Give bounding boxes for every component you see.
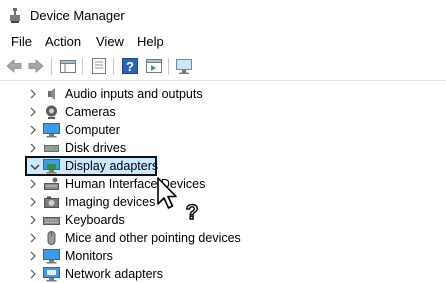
- disk-drive-icon: [44, 145, 59, 152]
- window-title: Device Manager: [30, 8, 125, 23]
- help-select-cursor-icon: ?: [157, 177, 199, 222]
- menu-file[interactable]: File: [11, 33, 32, 51]
- help-icon[interactable]: ?: [121, 57, 139, 75]
- speaker-icon: [48, 88, 55, 100]
- tree-item-label: Display adapters: [65, 159, 159, 173]
- menu-help[interactable]: Help: [137, 33, 164, 51]
- menu-view[interactable]: View: [96, 33, 124, 51]
- chevron-right-icon[interactable]: [28, 142, 38, 154]
- svg-text:?: ?: [126, 59, 134, 74]
- device-tree: Audio inputs and outputs Cameras Compute…: [0, 83, 446, 283]
- tree-item-monitors[interactable]: Monitors: [0, 247, 446, 265]
- chevron-right-icon[interactable]: [28, 106, 38, 118]
- chevron-right-icon[interactable]: [28, 268, 38, 280]
- tree-item-network-adapters[interactable]: Network adapters: [0, 265, 446, 283]
- scan-hardware-icon[interactable]: [175, 57, 193, 75]
- chevron-right-icon[interactable]: [28, 250, 38, 262]
- toolbar-separator: [51, 58, 52, 75]
- chevron-right-icon[interactable]: [28, 232, 38, 244]
- display-adapter-icon: [43, 159, 60, 174]
- tree-item-human-interface-devices[interactable]: Human Interface Devices: [0, 175, 446, 193]
- imaging-device-icon: [44, 196, 59, 208]
- toolbar-separator: [113, 58, 114, 75]
- tree-item-audio-inputs-and-outputs[interactable]: Audio inputs and outputs: [0, 85, 446, 103]
- chevron-right-icon[interactable]: [28, 124, 38, 136]
- forward-arrow-icon[interactable]: [27, 57, 45, 75]
- chevron-right-icon[interactable]: [28, 196, 38, 208]
- hid-icon: [44, 177, 59, 190]
- tree-item-imaging-devices[interactable]: Imaging devices: [0, 193, 446, 211]
- monitor-icon: [43, 123, 60, 138]
- tree-item-disk-drives[interactable]: Disk drives: [0, 139, 446, 157]
- show-hide-console-tree-icon[interactable]: [59, 57, 77, 75]
- properties-icon[interactable]: [90, 57, 108, 75]
- keyboard-icon: [43, 217, 60, 225]
- mouse-icon: [47, 231, 56, 245]
- device-manager-icon: [10, 8, 20, 23]
- tree-item-label: Audio inputs and outputs: [65, 87, 203, 101]
- tree-item-label: Mice and other pointing devices: [65, 231, 241, 245]
- monitor-icon: [43, 249, 60, 264]
- tree-item-cameras[interactable]: Cameras: [0, 103, 446, 121]
- network-adapter-icon: [43, 267, 60, 282]
- svg-text:?: ?: [186, 201, 199, 222]
- tree-item-label: Disk drives: [65, 141, 127, 155]
- chevron-right-icon[interactable]: [28, 214, 38, 226]
- tree-item-mice-and-other-pointing-devices[interactable]: Mice and other pointing devices: [0, 229, 446, 247]
- menu-bar: File Action View Help: [0, 33, 446, 51]
- title-bar: Device Manager: [0, 0, 446, 30]
- action-pane-icon[interactable]: [145, 57, 163, 75]
- tree-item-label: Network adapters: [65, 267, 163, 281]
- chevron-down-icon[interactable]: [30, 161, 40, 173]
- chevron-right-icon[interactable]: [28, 88, 38, 100]
- tree-item-keyboards[interactable]: Keyboards: [0, 211, 446, 229]
- tree-item-display-adapters[interactable]: Display adapters: [0, 157, 446, 175]
- chevron-right-icon[interactable]: [28, 178, 38, 190]
- menu-action[interactable]: Action: [45, 33, 81, 51]
- tree-item-computer[interactable]: Computer: [0, 121, 446, 139]
- back-arrow-icon[interactable]: [5, 57, 23, 75]
- tree-item-label: Imaging devices: [65, 195, 156, 209]
- tree-item-label: Computer: [65, 123, 120, 137]
- tree-item-label: Cameras: [65, 105, 116, 119]
- tree-item-label: Monitors: [65, 249, 113, 263]
- toolbar-separator: [168, 58, 169, 75]
- toolbar: ?: [0, 54, 446, 81]
- camera-icon: [46, 105, 57, 119]
- tree-item-label: Keyboards: [65, 213, 125, 227]
- toolbar-separator: [82, 58, 83, 75]
